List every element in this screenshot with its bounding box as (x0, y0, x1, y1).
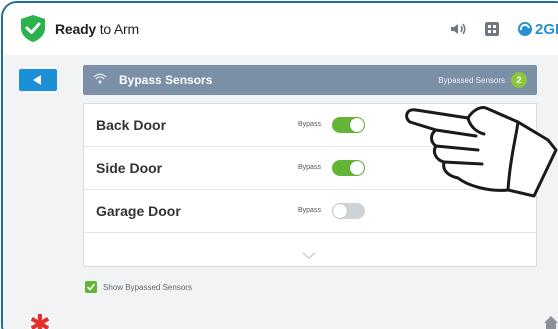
shield-check-icon (21, 15, 45, 42)
brand-logo: 2GI (517, 21, 558, 38)
keypad-icon[interactable] (483, 20, 501, 38)
bottom-bar: ✱ (3, 305, 558, 329)
sensor-name: Side Door (96, 160, 163, 176)
arm-status-bold: Ready (55, 21, 97, 37)
home-icon[interactable] (543, 315, 558, 329)
pointing-hand-icon (405, 106, 558, 198)
bypass-label: Bypass (298, 121, 321, 128)
sensor-icon (93, 73, 107, 84)
back-arrow-icon (33, 75, 41, 85)
swirl-icon (518, 22, 532, 36)
toggle-knob (350, 118, 364, 132)
moon-icon[interactable] (415, 20, 433, 38)
brand-label: 2GI (535, 20, 558, 38)
checkmark-icon (86, 283, 96, 291)
bypass-toggle[interactable] (332, 160, 365, 176)
arm-status-rest: to Arm (96, 21, 139, 37)
bypass-label: Bypass (298, 207, 321, 214)
emergency-asterisk-icon[interactable]: ✱ (29, 311, 51, 329)
arm-status: Ready to Arm (55, 21, 139, 37)
chevron-down-icon[interactable] (302, 252, 316, 260)
back-button[interactable] (19, 69, 57, 91)
bypass-toggle[interactable] (332, 117, 365, 133)
panel-title: Bypass Sensors (119, 73, 213, 87)
volume-icon[interactable] (449, 20, 467, 38)
sensor-name: Garage Door (96, 203, 181, 219)
toggle-knob (350, 161, 364, 175)
status-icons: 2GI (415, 18, 558, 40)
show-bypassed-checkbox[interactable]: Show Bypassed Sensors (85, 281, 192, 293)
bypass-toggle[interactable] (332, 203, 365, 219)
show-bypassed-label: Show Bypassed Sensors (103, 282, 192, 292)
status-bar: Ready to Arm 2GI (3, 3, 558, 55)
toggle-knob (333, 204, 347, 218)
bypass-label: Bypass (298, 164, 321, 171)
checkbox-box (85, 281, 97, 293)
sensor-name: Back Door (96, 117, 167, 133)
